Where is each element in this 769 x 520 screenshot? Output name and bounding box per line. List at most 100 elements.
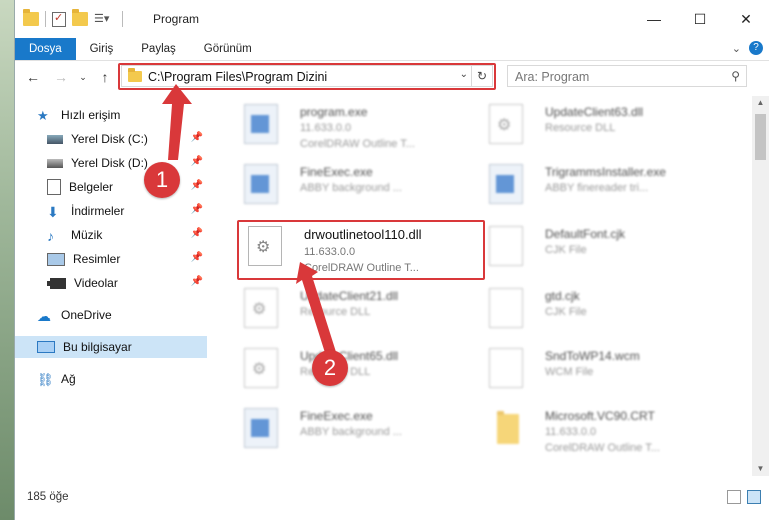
file-detail: 11.633.0.0 bbox=[300, 122, 352, 134]
properties-icon[interactable] bbox=[52, 11, 66, 27]
tab-share[interactable]: Paylaş bbox=[127, 38, 190, 60]
sidebar-item-disk-d[interactable]: Yerel Disk (D:) 📌 bbox=[15, 152, 207, 174]
address-row: ← → ⌄ ↑ C:\Program Files\Program Dizini … bbox=[15, 62, 769, 92]
sidebar-item-videos[interactable]: Videolar 📌 bbox=[15, 272, 207, 294]
file-detail: CJK File bbox=[545, 306, 587, 318]
sidebar-item-label: Bu bilgisayar bbox=[63, 340, 132, 354]
sidebar-item-label: Resimler bbox=[73, 252, 121, 266]
file-detail: CorelDRAW Outline T... bbox=[300, 138, 415, 150]
pin-icon[interactable]: 📌 bbox=[191, 132, 203, 143]
sidebar-item-this-pc[interactable]: Bu bilgisayar bbox=[15, 336, 207, 358]
file-tile[interactable]: program.exe 11.633.0.0 CorelDRAW Outline… bbox=[230, 100, 470, 152]
pin-icon[interactable]: 📌 bbox=[191, 228, 203, 239]
network-icon: ⛓ bbox=[37, 372, 54, 387]
new-folder-icon[interactable] bbox=[72, 9, 88, 26]
up-icon[interactable]: ↑ bbox=[95, 68, 115, 86]
sidebar-item-network[interactable]: ⛓ Ağ bbox=[15, 368, 207, 390]
sidebar-item-pictures[interactable]: Resimler 📌 bbox=[15, 248, 207, 270]
file-icon bbox=[489, 288, 523, 328]
close-button[interactable]: ✕ bbox=[723, 0, 769, 38]
sidebar-item-label: Müzik bbox=[71, 228, 103, 242]
highlight-box-address bbox=[118, 63, 496, 90]
help-icon[interactable]: ? bbox=[749, 41, 763, 55]
details-view-icon[interactable] bbox=[727, 490, 741, 504]
scroll-up-icon[interactable]: ▲ bbox=[752, 96, 769, 110]
dll-icon bbox=[489, 104, 523, 144]
sidebar-item-label: Yerel Disk (D:) bbox=[71, 156, 148, 170]
file-tile[interactable]: UpdateClient21.dll Resource DLL bbox=[230, 284, 470, 336]
view-toggle bbox=[727, 490, 761, 504]
pin-icon[interactable]: 📌 bbox=[191, 204, 203, 215]
ribbon-tabs: Dosya Giriş Paylaş Görünüm bbox=[15, 38, 769, 61]
ribbon-controls: ⌄ ? bbox=[732, 41, 763, 55]
customize-toolbar-icon[interactable]: ☰▾ bbox=[94, 12, 116, 26]
exe-icon bbox=[489, 164, 523, 204]
sidebar-item-disk-c[interactable]: Yerel Disk (C:) 📌 bbox=[15, 128, 207, 150]
file-tile[interactable]: FineExec.exe ABBY background ... bbox=[230, 160, 470, 212]
title-bar: ☰▾ Program — ☐ ✕ bbox=[15, 0, 769, 38]
forward-icon[interactable]: → bbox=[51, 68, 71, 86]
file-tile[interactable]: Microsoft.VC90.CRT 11.633.0.0 CorelDRAW … bbox=[475, 404, 715, 456]
file-detail: ABBY background ... bbox=[300, 182, 402, 194]
sidebar-item-onedrive[interactable]: ☁ OneDrive bbox=[15, 304, 207, 326]
exe-icon bbox=[244, 104, 278, 144]
maximize-button[interactable]: ☐ bbox=[677, 0, 723, 38]
sidebar-item-quick-access[interactable]: ★ Hızlı erişim bbox=[15, 104, 207, 126]
file-name: UpdateClient63.dll bbox=[545, 105, 644, 119]
vertical-scrollbar[interactable]: ▲ ▼ bbox=[752, 96, 769, 476]
file-name: SndToWP14.wcm bbox=[545, 349, 640, 363]
file-name: DefaultFont.cjk bbox=[545, 227, 626, 241]
sidebar-item-label: Yerel Disk (C:) bbox=[71, 132, 148, 146]
file-tile[interactable]: FineExec.exe ABBY background ... bbox=[230, 404, 470, 456]
step-badge-1: 1 bbox=[144, 162, 180, 198]
file-name: UpdateClient21.dll bbox=[300, 289, 399, 303]
file-name: FineExec.exe bbox=[300, 409, 373, 423]
file-list: program.exe 11.633.0.0 CorelDRAW Outline… bbox=[220, 96, 740, 476]
file-name: program.exe bbox=[300, 105, 368, 119]
file-name: gtd.cjk bbox=[545, 289, 580, 303]
tab-home[interactable]: Giriş bbox=[76, 38, 128, 60]
search-icon[interactable]: ⚲ bbox=[731, 69, 740, 83]
pin-icon[interactable]: 📌 bbox=[191, 252, 203, 263]
exe-icon bbox=[244, 408, 278, 448]
file-tile[interactable]: gtd.cjk CJK File bbox=[475, 284, 715, 336]
file-name: TrigrammsInstaller.exe bbox=[545, 165, 666, 179]
file-tile[interactable]: TrigrammsInstaller.exe ABBY finereader t… bbox=[475, 160, 715, 212]
scroll-thumb[interactable] bbox=[755, 114, 766, 160]
folder-icon[interactable] bbox=[23, 9, 39, 26]
videos-icon bbox=[47, 277, 66, 289]
sidebar-item-downloads[interactable]: ⬇ İndirmeler 📌 bbox=[15, 200, 207, 222]
file-detail: CorelDRAW Outline T... bbox=[545, 442, 660, 454]
file-tile[interactable]: UpdateClient63.dll Resource DLL bbox=[475, 100, 715, 152]
tab-view[interactable]: Görünüm bbox=[190, 38, 266, 60]
tiles-view-icon[interactable] bbox=[747, 490, 761, 504]
file-tile[interactable]: SndToWP14.wcm WCM File bbox=[475, 344, 715, 396]
music-icon: ♪ bbox=[47, 228, 54, 244]
window-title: Program bbox=[153, 12, 200, 26]
back-icon[interactable]: ← bbox=[23, 68, 43, 86]
minimize-button[interactable]: — bbox=[631, 0, 677, 38]
sidebar-item-music[interactable]: ♪ Müzik 📌 bbox=[15, 224, 207, 246]
pictures-icon bbox=[47, 252, 65, 266]
documents-icon bbox=[47, 179, 61, 195]
file-icon bbox=[489, 226, 523, 266]
search-box[interactable]: Ara: Program ⚲ bbox=[507, 65, 747, 87]
search-placeholder: Ara: Program bbox=[515, 70, 590, 84]
file-name: Microsoft.VC90.CRT bbox=[545, 409, 655, 423]
pin-icon[interactable]: 📌 bbox=[191, 180, 203, 191]
scroll-down-icon[interactable]: ▼ bbox=[752, 462, 769, 476]
file-tile[interactable]: DefaultFont.cjk CJK File bbox=[475, 222, 715, 274]
recent-locations-icon[interactable]: ⌄ bbox=[73, 68, 93, 86]
sidebar-item-label: Belgeler bbox=[69, 180, 114, 194]
exe-icon bbox=[244, 164, 278, 204]
expand-ribbon-icon[interactable]: ⌄ bbox=[732, 42, 741, 55]
pin-icon[interactable]: 📌 bbox=[191, 276, 203, 287]
tab-file[interactable]: Dosya bbox=[15, 38, 76, 60]
pin-icon[interactable]: 📌 bbox=[191, 156, 203, 167]
file-detail: Resource DLL bbox=[300, 306, 371, 318]
sidebar-item-label: Hızlı erişim bbox=[61, 108, 121, 122]
file-name: FineExec.exe bbox=[300, 165, 373, 179]
file-detail: ABBY finereader tri... bbox=[545, 182, 649, 194]
folder-icon bbox=[497, 411, 519, 444]
file-tile[interactable]: UpdateClient65.dll Resource DLL bbox=[230, 344, 470, 396]
